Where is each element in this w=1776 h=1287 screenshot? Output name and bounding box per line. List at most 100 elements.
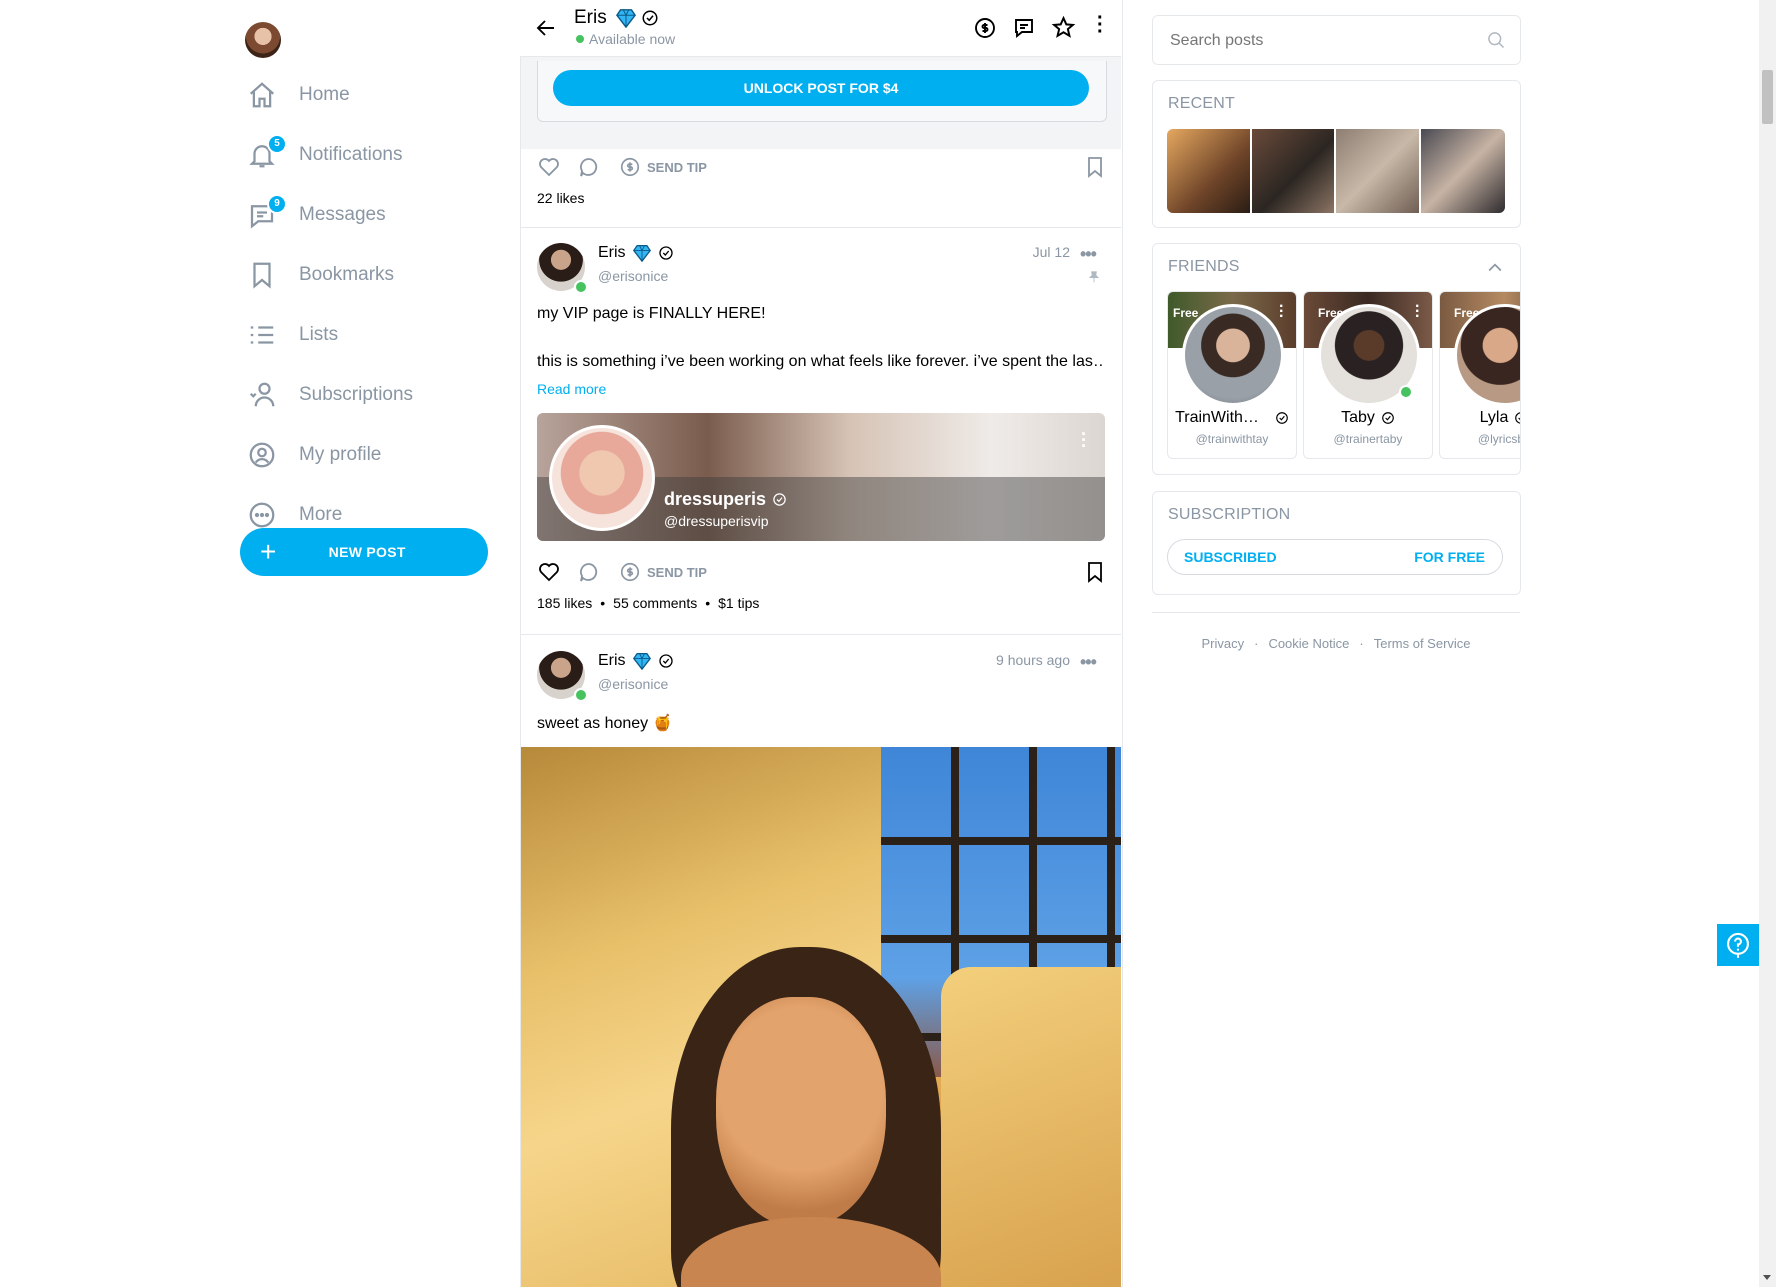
profile-card-handle: @dressuperisvip [664,513,769,529]
friend-card[interactable]: Free · · · Taby @trainertaby [1303,291,1433,459]
more-circle-icon [249,502,275,528]
photo-chair [941,967,1121,1287]
nav-home[interactable]: Home [247,75,350,115]
comment-icon[interactable] [577,560,601,584]
bookmark-icon [253,262,271,289]
scrollbar-track[interactable] [1759,0,1776,1287]
privacy-link[interactable]: Privacy [1201,636,1244,651]
send-tip-label: SEND TIP [647,564,707,580]
friend-name-row: Taby [1304,409,1432,427]
post-options-icon[interactable]: ••• [1080,244,1097,265]
recent-thumb[interactable] [1420,129,1505,213]
send-tip-button[interactable]: SEND TIP [619,557,707,587]
terms-link[interactable]: Terms of Service [1374,636,1471,651]
verified-icon [1276,412,1288,424]
bookmark-post-icon[interactable] [1083,560,1107,584]
post-text-line1: my VIP page is FINALLY HERE! [537,305,766,322]
post-photo[interactable] [521,747,1121,1287]
header-name[interactable]: Eris [574,7,607,29]
post-tips[interactable]: $1 tips [718,595,759,611]
comment-icon[interactable] [577,155,601,179]
like-icon[interactable] [537,560,561,584]
profile-card-menu-icon[interactable]: · · · [1081,425,1087,455]
verified-icon [773,493,786,506]
scroll-down-arrow-icon[interactable] [1763,1275,1771,1280]
back-arrow-icon[interactable] [534,16,558,40]
friend-name-row: Lyla [1440,409,1520,427]
search-box[interactable] [1152,15,1521,65]
recent-thumb[interactable] [1251,129,1334,213]
friend-handle: @lyricsby [1477,432,1520,446]
verified-icon [1382,412,1394,424]
profile-card-name-row: dressuperis [664,489,787,510]
plus-icon: + [260,536,277,567]
help-icon [1727,932,1749,958]
photo-face [716,997,886,1227]
post-date: 9 hours ago [996,652,1070,668]
friends-title: FRIENDS [1168,258,1240,275]
message-icon[interactable] [1012,16,1036,40]
cookie-notice-link[interactable]: Cookie Notice [1268,636,1349,651]
friend-menu-icon[interactable]: · · · [1279,299,1284,325]
online-indicator [574,688,588,702]
header-more-icon[interactable]: · · · [1097,8,1104,42]
search-icon[interactable] [1486,30,1506,50]
post-options-icon[interactable]: ••• [1080,652,1097,673]
diamond-icon [632,652,651,670]
nav-lists[interactable]: Lists [247,315,338,355]
nav-notifications-label: Notifications [299,144,403,165]
read-more-link[interactable]: Read more [537,381,606,397]
recent-thumb[interactable] [1167,129,1250,213]
dollar-circle-icon [620,157,640,177]
star-icon[interactable] [1051,15,1076,40]
post-author-handle[interactable]: @erisonice [598,268,668,284]
notifications-badge: 5 [267,134,287,154]
help-button[interactable] [1717,924,1759,966]
friend-card[interactable]: Free · · · TrainWith… @trainwithtay [1167,291,1297,459]
verified-icon [1515,412,1520,424]
nav-my-profile[interactable]: My profile [247,435,381,475]
send-tip-label: SEND TIP [647,159,707,175]
post-comments[interactable]: 55 comments [613,595,697,611]
nav-bookmarks[interactable]: Bookmarks [247,255,394,295]
diamond-icon [615,9,636,28]
chevron-up-icon[interactable] [1485,258,1505,278]
friend-menu-icon[interactable]: · · · [1415,299,1420,325]
profile-card-name: dressuperis [664,489,767,509]
footer-links: Privacy · Cookie Notice · Terms of Servi… [1152,636,1520,651]
profile-card-avatar [549,425,655,531]
bookmark-post-icon[interactable] [1083,155,1107,179]
search-input[interactable] [1168,28,1472,54]
header-status: Available now [576,31,675,47]
post-author-handle[interactable]: @erisonice [598,676,668,692]
footer-dot: · [1359,636,1364,651]
unlock-post-button[interactable]: UNLOCK POST FOR $4 [553,70,1089,106]
friends-card: FRIENDS Free · · · TrainWith… @trainwithta… [1152,243,1521,475]
online-indicator [574,280,588,294]
nav-messages[interactable]: 9 Messages [247,194,386,235]
nav-more-label: More [299,504,343,525]
divider [521,227,1121,228]
post-author-name[interactable]: Eris [598,652,626,670]
post-author-row: Eris [598,652,674,670]
nav-notifications[interactable]: 5 Notifications [247,134,403,175]
stats-separator: • [705,595,711,611]
post-likes[interactable]: 185 likes [537,595,592,611]
profile-card[interactable]: dressuperis @dressuperisvip · · · [537,413,1105,541]
like-icon[interactable] [537,155,561,179]
scrollbar-thumb[interactable] [1762,70,1773,124]
friend-name: Lyla [1479,409,1509,426]
online-indicator [1399,385,1413,399]
nav-subscriptions[interactable]: Subscriptions [247,375,413,415]
send-tip-button[interactable]: SEND TIP [619,152,707,182]
friend-card[interactable]: Free Lyla @lyricsby [1439,291,1520,459]
divider [521,634,1121,635]
subscribed-button[interactable]: SUBSCRIBED FOR FREE [1167,539,1503,575]
user-avatar[interactable] [245,22,281,58]
post-author-name[interactable]: Eris [598,244,626,262]
friend-avatar [1182,304,1284,406]
recent-thumb[interactable] [1336,129,1419,213]
new-post-button[interactable]: + NEW POST [240,528,488,576]
post-actions: SEND TIP [537,557,1105,587]
dollar-circle-icon[interactable] [973,16,997,40]
